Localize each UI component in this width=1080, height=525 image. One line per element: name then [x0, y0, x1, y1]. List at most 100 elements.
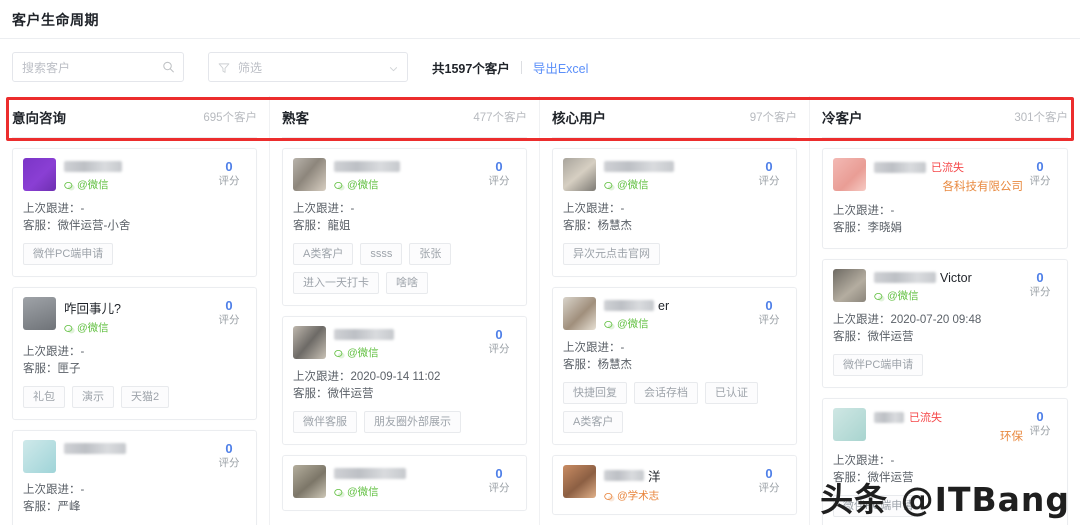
customer-sub-row: @微信	[874, 288, 1023, 303]
page-title: 客户生命周期	[12, 12, 99, 28]
last-follow-text: 上次跟进：-	[563, 342, 625, 354]
avatar	[293, 465, 326, 498]
column-count: 97个客户	[749, 111, 797, 124]
column-header[interactable]: 冷客户 301个客户	[822, 96, 1068, 138]
customer-card[interactable]: @微信 0 评分 上次跟进：- 客服：杨慧杰 异次元点击官网	[552, 148, 797, 277]
tag-chip[interactable]: 演示	[72, 386, 114, 408]
card-meta: 上次跟进：- 客服：杨慧杰	[563, 201, 786, 235]
wechat-icon	[334, 486, 345, 498]
tag-chip[interactable]: ssss	[360, 243, 403, 265]
tag-chip[interactable]: 微伴客服	[293, 411, 357, 433]
column-count: 695个客户	[203, 111, 257, 124]
agent-text: 客服：杨慧杰	[563, 359, 632, 371]
tag-chip[interactable]: A类客户	[563, 411, 624, 433]
status-badge-lost: 已流失	[909, 412, 942, 424]
filter-placeholder: 筛选	[238, 60, 263, 75]
customer-name: 洋	[648, 470, 661, 484]
score-block: 0 评分	[1023, 408, 1057, 439]
customer-card[interactable]: 0 评分 上次跟进：- 客服：严峰	[12, 430, 257, 525]
customer-name-row: er	[604, 298, 752, 313]
customer-card[interactable]: Victor @微信 0 评分 上次跟进：2020-07-20 09:48 客服：微伴运营…	[822, 259, 1068, 388]
customer-card[interactable]: @微信 0 评分	[282, 455, 527, 511]
customer-identity: @微信	[56, 158, 212, 192]
filter-select[interactable]: 筛选	[208, 52, 408, 82]
column-header[interactable]: 核心用户 97个客户	[552, 96, 797, 138]
toolbar-separator	[520, 60, 522, 74]
card-meta: 上次跟进：- 客服：李晓娟	[833, 203, 1057, 237]
last-follow-text: 上次跟进：-	[23, 203, 85, 215]
tag-chip[interactable]: 朋友圈外部展示	[364, 411, 461, 433]
channel-label: @微信	[77, 179, 109, 191]
card-meta: 上次跟进：2020-09-14 11:02 客服：微伴运营	[293, 369, 516, 403]
tag-chip[interactable]: A类客户	[293, 243, 354, 265]
customer-card[interactable]: 已流失 各科技有限公司 0 评分 上次跟进：- 客服：李晓娟	[822, 148, 1068, 249]
channel-chip: @微信	[64, 177, 109, 192]
column-header[interactable]: 熟客 477个客户	[282, 96, 527, 138]
wechat-icon	[604, 490, 615, 502]
tag-chip[interactable]: 已认证	[705, 382, 758, 404]
column-header[interactable]: 意向咨询 695个客户	[12, 96, 257, 138]
tag-chip[interactable]: 微伴PC端申请	[23, 243, 114, 265]
tag-chip[interactable]: 会话存档	[634, 382, 698, 404]
score-value: 0	[765, 298, 773, 313]
customer-name-row: Victor	[874, 270, 1023, 285]
agent-text: 客服：微伴运营	[833, 331, 914, 343]
customer-name-row: 咋回事儿?	[64, 298, 212, 317]
tag-chip[interactable]: 异次元点击官网	[563, 243, 660, 265]
wechat-icon	[604, 179, 615, 191]
channel-label: @学术志	[617, 490, 660, 502]
avatar	[293, 158, 326, 191]
score-block: 0 评分	[482, 158, 516, 189]
avatar	[563, 465, 596, 498]
score-label: 评分	[488, 482, 510, 494]
card-meta: 上次跟进：- 客服：微伴运营-小舍	[23, 201, 246, 235]
tag-chip[interactable]: 进入一天打卡	[293, 272, 379, 294]
column-title: 熟客	[282, 110, 309, 126]
chevron-down-icon[interactable]	[388, 62, 399, 73]
tag-chip[interactable]: 微伴PC端申请	[833, 354, 924, 376]
wechat-icon	[334, 347, 345, 359]
customer-identity: Victor @微信	[866, 269, 1023, 303]
tag-chip[interactable]: 快捷回复	[563, 382, 627, 404]
channel-label: @微信	[887, 290, 919, 302]
customer-card[interactable]: @微信 0 评分 上次跟进：- 客服：龍姐 A类客户 ssss 张张 进入一天打卡 啥啥	[282, 148, 527, 306]
channel-chip: @学术志	[604, 488, 659, 503]
score-value: 0	[225, 441, 233, 456]
customer-identity: 咋回事儿? @微信	[56, 297, 212, 335]
tag-chip[interactable]: 天猫2	[121, 386, 170, 408]
column-card-list: @微信 0 评分 上次跟进：- 客服：杨慧杰 异次元点击官网 er @微信 0 评分 上次跟进：- 客…	[552, 138, 797, 515]
customer-card[interactable]: 咋回事儿? @微信 0 评分 上次跟进：- 客服：匣子 礼包 演示 天猫2	[12, 287, 257, 420]
tag-chip[interactable]: 张张	[409, 243, 452, 265]
board-column: 熟客 477个客户 @微信 0 评分 上次跟进：- 客服：龍姐 A类客户 ssss 张张 进入一天打…	[270, 96, 540, 525]
export-excel-link[interactable]: 导出Excel	[533, 58, 589, 77]
search-input[interactable]: 搜索客户	[12, 52, 184, 82]
customer-name-redacted	[334, 329, 394, 340]
column-title: 冷客户	[822, 110, 863, 126]
customer-sub-row: 环保	[874, 428, 1023, 444]
agent-text: 客服：微伴运营	[293, 388, 374, 400]
customer-card[interactable]: er @微信 0 评分上次跟进：- 客服：杨慧杰快捷回复 会话存档 已认证 A类客户	[552, 287, 797, 445]
customer-card[interactable]: @微信 0 评分 上次跟进：2020-09-14 11:02 客服：微伴运营 微伴客服 朋友…	[282, 316, 527, 445]
customer-identity: @微信	[596, 158, 752, 192]
last-follow-text: 上次跟进：2020-09-14 11:02	[293, 371, 441, 383]
channel-chip: @微信	[64, 320, 109, 335]
tag-chip[interactable]: 啥啥	[386, 272, 428, 294]
channel-chip: @微信	[334, 177, 379, 192]
card-header: er @微信 0 评分	[563, 297, 786, 331]
customer-card[interactable]: 洋 @学术志 0 评分	[552, 455, 797, 515]
customer-sub-row: @微信	[64, 320, 212, 335]
agent-text: 客服：微伴运营-小舍	[23, 220, 131, 232]
customer-card[interactable]: @微信 0 评分 上次跟进：- 客服：微伴运营-小舍 微伴PC端申请	[12, 148, 257, 277]
wechat-icon	[604, 318, 615, 330]
avatar	[563, 158, 596, 191]
score-value: 0	[495, 159, 503, 174]
channel-label: @微信	[617, 179, 649, 191]
last-follow-text: 上次跟进：-	[23, 484, 85, 496]
customer-identity: 洋 @学术志	[596, 465, 752, 503]
score-value: 0	[765, 466, 773, 481]
search-icon[interactable]	[162, 61, 175, 74]
score-block: 0 评分	[1023, 158, 1057, 189]
card-header: @微信 0 评分	[293, 465, 516, 499]
tag-chip[interactable]: 礼包	[23, 386, 65, 408]
avatar	[23, 158, 56, 191]
